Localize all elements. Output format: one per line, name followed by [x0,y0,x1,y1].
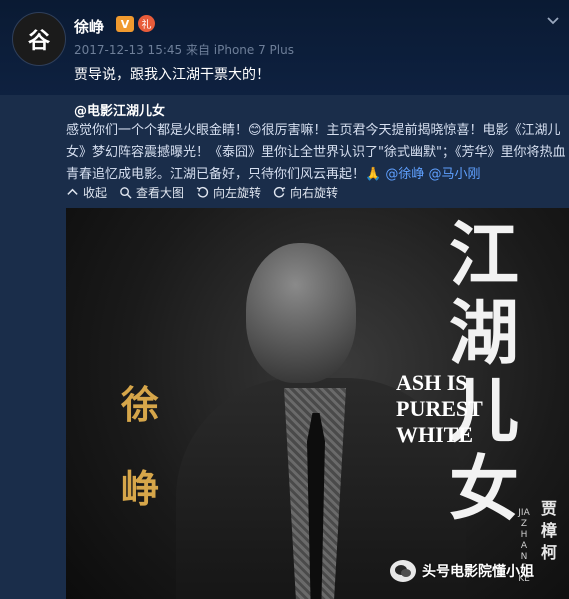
rotate-right-icon [273,186,286,198]
post-text: 贾导说，跟我入江湖干票大的！ [74,67,270,83]
magnify-icon [120,186,132,199]
rotate-left-icon [196,186,209,198]
avatar[interactable]: 谷 [12,12,66,66]
movie-poster-image[interactable]: 徐 峥 江 湖 儿 女 ASH IS PUREST WHITE JIA ZHAN… [66,208,569,599]
repost-body-text: 感觉你们一个个都是火眼金睛！😊很厉害嘛！主页君今天提前揭晓惊喜！电影《江湖儿女》… [66,123,566,182]
repost-author[interactable]: @电影江湖儿女 [74,100,165,119]
collapse-button[interactable]: 收起 [66,184,113,201]
verified-badge-icon: V [116,16,134,32]
poster-english-title: ASH IS PUREST WHITE [396,370,483,447]
poster-actor-name: 徐 峥 [120,382,159,511]
post-timestamp[interactable]: 2017-12-13 15:45 [74,43,182,57]
rotate-right-label: 向右旋转 [290,185,339,200]
post-meta: 2017-12-13 15:45 来自 iPhone 7 Plus [74,41,294,58]
collapse-label: 收起 [83,185,108,200]
image-toolbar: 收起 查看大图 向左旋转 向右旋转 [66,183,344,201]
chevron-down-icon[interactable] [545,12,561,28]
poster-director: 贾 樟 柯 [540,499,557,562]
view-large-button[interactable]: 查看大图 [119,184,190,201]
watermark-text: 头号电影院懂小姐 [422,564,534,580]
gift-badge-icon: 礼 [138,15,155,32]
wechat-logo-icon [390,560,416,582]
poster-figure-head [246,243,356,383]
view-large-label: 查看大图 [136,185,185,200]
mention-maxiaogang[interactable]: @马小刚 [428,167,480,182]
avatar-glyph: 谷 [27,29,50,54]
rotate-left-label: 向左旋转 [213,185,262,200]
username[interactable]: 徐峥 [74,16,104,37]
rotate-right-button[interactable]: 向右旋转 [273,184,344,201]
mention-xuzheng[interactable]: @徐峥 [385,167,424,182]
post-source: 来自 iPhone 7 Plus [185,43,294,57]
collapse-icon [67,188,78,195]
repost-body: 感觉你们一个个都是火眼金睛！😊很厉害嘛！主页君今天提前揭晓惊喜！电影《江湖儿女》… [66,120,566,186]
watermark: 头号电影院懂小姐 [390,560,534,582]
rotate-left-button[interactable]: 向左旋转 [196,184,267,201]
